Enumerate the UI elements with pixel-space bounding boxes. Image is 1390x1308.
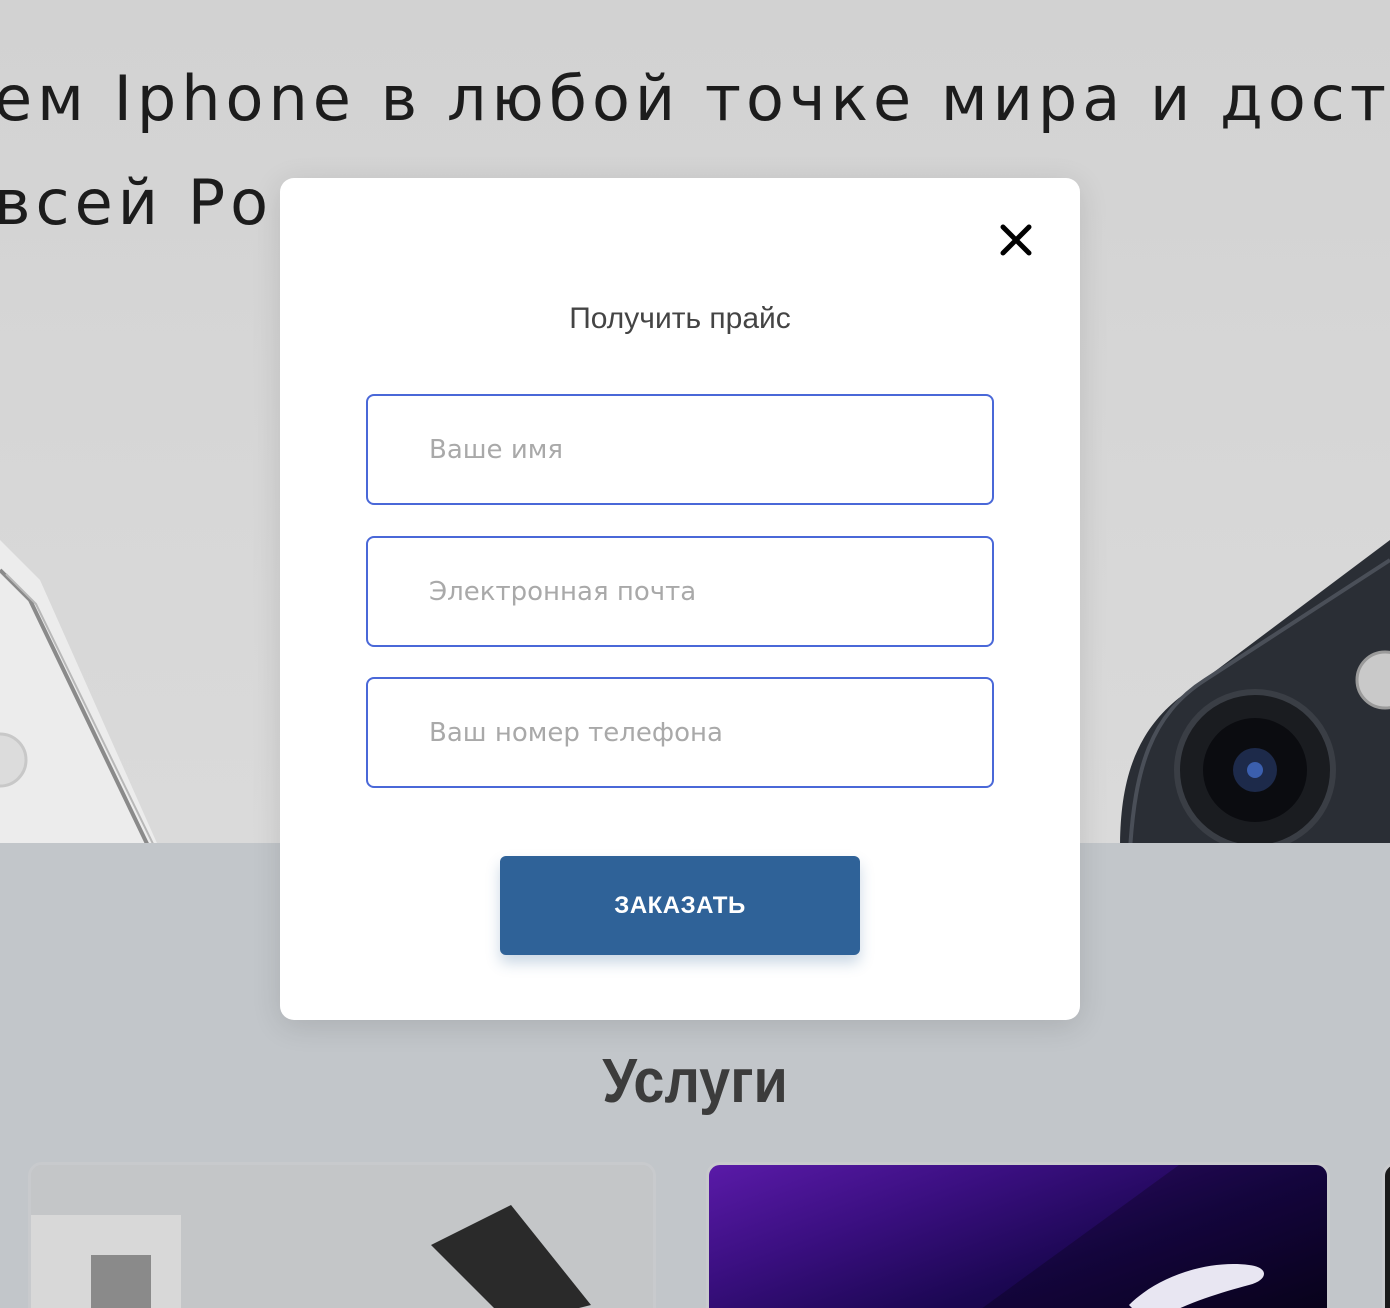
service-card-3[interactable] [1382,1162,1390,1308]
modal-title: Получить прайс [569,302,791,335]
hero-heading-line-1: ем Iphone в любой точке мира и доста [0,62,1390,135]
hero-phone-image-right [1120,540,1390,843]
close-icon [1000,224,1032,256]
order-button[interactable]: ЗАКАЗАТЬ [500,856,860,955]
services-heading: Услуги [602,1047,788,1116]
service-card-1-image [31,1165,653,1308]
email-input[interactable] [368,538,992,645]
service-card-1[interactable] [28,1162,656,1308]
name-field [366,394,994,505]
price-request-modal: Получить прайс ЗАКАЗАТЬ [280,178,1080,1020]
service-card-2[interactable] [706,1162,1330,1308]
email-field [366,536,994,647]
phone-input[interactable] [368,679,992,786]
modal-close-button[interactable] [992,216,1040,264]
hero-phone-image-left [0,540,157,843]
phone-field [366,677,994,788]
name-input[interactable] [368,396,992,503]
service-card-2-image [982,1165,1327,1308]
